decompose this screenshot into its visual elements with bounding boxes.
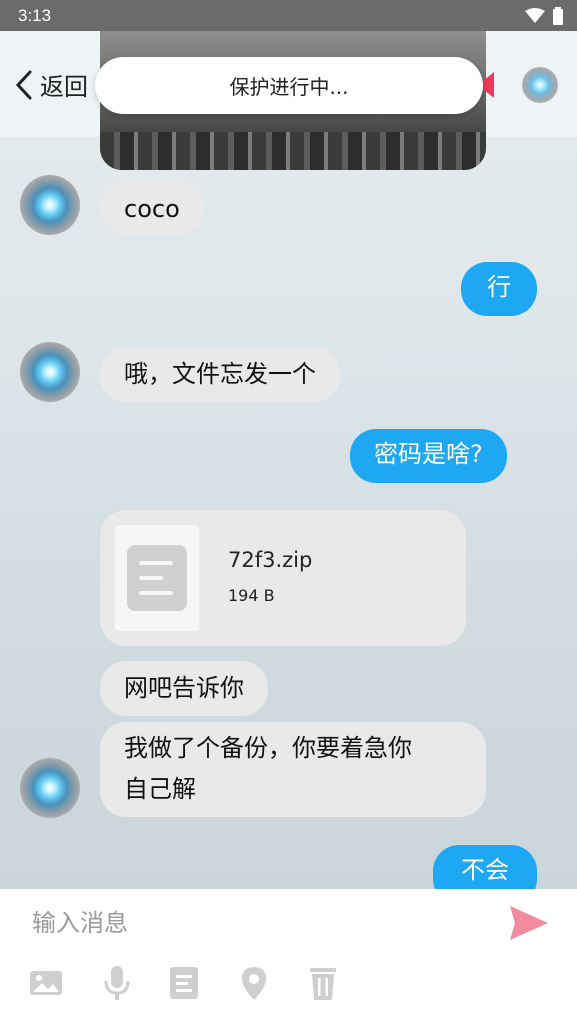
message-text: 哦，文件忘发一个: [124, 360, 316, 388]
trash-icon[interactable]: [306, 965, 340, 1001]
message-bubble-sent[interactable]: 密码是啥?: [350, 429, 507, 483]
status-icons: [525, 6, 563, 25]
contact-avatar[interactable]: [522, 67, 558, 103]
back-label: 返回: [40, 73, 88, 101]
message-text: 不会: [461, 856, 509, 884]
battery-icon: [553, 6, 563, 25]
toolbar: [0, 965, 577, 1005]
message-bubble[interactable]: coco: [100, 181, 204, 235]
avatar[interactable]: [20, 175, 80, 235]
message-text-line: 自己解: [124, 774, 196, 803]
image-street-content: [100, 132, 486, 170]
wifi-icon: [525, 7, 545, 23]
send-icon[interactable]: [510, 906, 548, 940]
message-text: 密码是啥?: [374, 440, 483, 468]
file-name: 72f3.zip: [228, 548, 313, 572]
message-text-line: 我做了个备份，你要着急你: [124, 734, 412, 762]
message-bubble[interactable]: 我做了个备份，你要着急你 自己解: [100, 722, 486, 817]
message-input[interactable]: 输入消息: [32, 903, 128, 938]
toast: 保护进行中...: [95, 57, 483, 114]
back-button[interactable]: 返回: [14, 67, 88, 102]
avatar[interactable]: [20, 342, 80, 402]
image-icon[interactable]: [29, 965, 63, 1001]
avatar[interactable]: [20, 758, 80, 818]
chevron-left-icon: [15, 70, 32, 99]
file-size: 194 B: [228, 586, 275, 605]
message-bubble[interactable]: 哦，文件忘发一个: [100, 347, 340, 402]
document-icon[interactable]: [167, 965, 201, 1001]
message-text: 行: [487, 273, 511, 301]
message-text: 网吧告诉你: [124, 674, 244, 702]
status-time: 3:13: [18, 5, 52, 25]
file-thumbnail: [115, 525, 199, 631]
toast-text: 保护进行中...: [229, 75, 349, 99]
document-icon: [127, 545, 187, 611]
location-icon[interactable]: [237, 965, 271, 1001]
microphone-icon[interactable]: [100, 965, 134, 1001]
message-bubble[interactable]: 网吧告诉你: [100, 661, 268, 716]
input-bar: 输入消息: [0, 889, 577, 1026]
file-message[interactable]: 72f3.zip 194 B: [100, 510, 466, 646]
status-bar: 3:13: [0, 0, 577, 31]
message-text: coco: [124, 195, 180, 223]
message-bubble-sent[interactable]: 行: [461, 262, 537, 316]
